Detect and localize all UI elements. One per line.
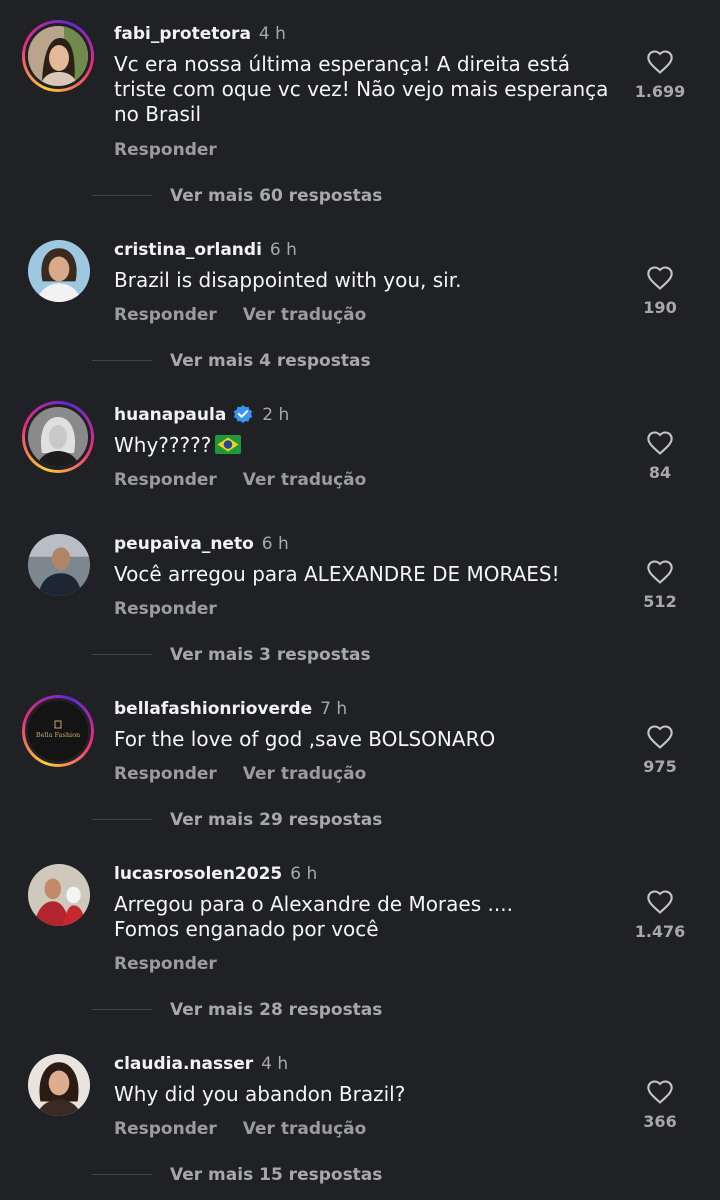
replies-divider — [92, 819, 152, 820]
view-more-replies[interactable]: Ver mais 3 respostas — [92, 645, 371, 665]
reply-button[interactable]: Responder — [114, 305, 217, 325]
avatar[interactable] — [28, 534, 90, 596]
man-photo-icon — [28, 534, 90, 596]
man-photo-icon — [28, 864, 90, 926]
translate-button[interactable]: Ver tradução — [243, 1119, 367, 1139]
view-more-replies[interactable]: Ver mais 15 respostas — [92, 1165, 382, 1185]
replies-divider — [92, 1009, 152, 1010]
comment-text: Brazil is disappointed with you, sir. — [114, 268, 462, 292]
avatar[interactable]: Bella Fashion — [22, 695, 94, 767]
username[interactable]: bellafashionrioverde — [114, 699, 312, 719]
timestamp: 4 h — [261, 1054, 289, 1074]
comment-text: Você arregou para ALEXANDRE DE MORAES! — [114, 562, 560, 586]
verified-icon — [234, 405, 253, 424]
translate-button[interactable]: Ver tradução — [243, 764, 367, 784]
reply-button[interactable]: Responder — [114, 140, 217, 160]
heart-icon[interactable] — [645, 1078, 675, 1106]
reply-button[interactable]: Responder — [114, 599, 217, 619]
comment-text: Why????? — [114, 433, 212, 457]
timestamp: 6 h — [269, 240, 297, 260]
username[interactable]: fabi_protetora — [114, 24, 251, 44]
view-more-replies[interactable]: Ver mais 60 respostas — [92, 186, 382, 206]
username[interactable]: cristina_orlandi — [114, 240, 262, 260]
replies-divider — [92, 654, 152, 655]
heart-icon[interactable] — [645, 264, 675, 292]
store-logo-icon: Bella Fashion — [28, 701, 88, 761]
timestamp: 2 h — [262, 405, 290, 425]
reply-button[interactable]: Responder — [114, 954, 217, 974]
like-count: 366 — [643, 1112, 677, 1131]
view-more-replies-label[interactable]: Ver mais 60 respostas — [170, 186, 382, 206]
avatar[interactable] — [28, 240, 90, 302]
woman-photo-icon — [28, 407, 88, 467]
heart-icon[interactable] — [645, 723, 675, 751]
view-more-replies-label[interactable]: Ver mais 28 respostas — [170, 1000, 382, 1020]
translate-button[interactable]: Ver tradução — [243, 305, 367, 325]
replies-divider — [92, 1174, 152, 1175]
woman-photo-icon — [28, 1054, 90, 1116]
view-more-replies[interactable]: Ver mais 28 respostas — [92, 1000, 382, 1020]
timestamp: 6 h — [290, 864, 318, 884]
view-more-replies-label[interactable]: Ver mais 29 respostas — [170, 810, 382, 830]
heart-icon[interactable] — [645, 888, 675, 916]
reply-button[interactable]: Responder — [114, 1119, 217, 1139]
comment-text: For the love of god ,save BOLSONARO — [114, 727, 496, 751]
heart-icon[interactable] — [645, 429, 675, 457]
replies-divider — [92, 195, 152, 196]
comment-text: Why did you abandon Brazil? — [114, 1082, 406, 1106]
like-count: 84 — [648, 463, 672, 482]
like-count: 1.476 — [634, 922, 686, 941]
translate-button[interactable]: Ver tradução — [243, 470, 367, 490]
username[interactable]: peupaiva_neto — [114, 534, 254, 554]
svg-text:Bella Fashion: Bella Fashion — [36, 731, 80, 739]
view-more-replies-label[interactable]: Ver mais 3 respostas — [170, 645, 371, 665]
avatar[interactable] — [28, 864, 90, 926]
avatar[interactable] — [28, 1054, 90, 1116]
heart-icon[interactable] — [645, 558, 675, 586]
woman-photo-icon — [28, 26, 88, 86]
timestamp: 7 h — [320, 699, 348, 719]
avatar[interactable] — [22, 20, 94, 92]
comment-text-row: Why????? — [114, 433, 614, 458]
heart-icon[interactable] — [645, 48, 675, 76]
like-count: 190 — [643, 298, 677, 317]
username[interactable]: claudia.nasser — [114, 1054, 253, 1074]
comment-text: Vc era nossa última esperança! A direita… — [114, 52, 609, 126]
avatar[interactable] — [22, 401, 94, 473]
comment-text: Arregou para o Alexandre de Moraes .... … — [114, 892, 513, 941]
view-more-replies[interactable]: Ver mais 29 respostas — [92, 810, 382, 830]
like-count: 975 — [643, 757, 677, 776]
username[interactable]: huanapaula — [114, 405, 226, 425]
woman-photo-icon — [28, 240, 90, 302]
view-more-replies-label[interactable]: Ver mais 15 respostas — [170, 1165, 382, 1185]
reply-button[interactable]: Responder — [114, 470, 217, 490]
like-count: 1.699 — [634, 82, 686, 101]
like-count: 512 — [643, 592, 677, 611]
timestamp: 6 h — [261, 534, 289, 554]
timestamp: 4 h — [258, 24, 286, 44]
brazil-flag-icon — [215, 435, 242, 454]
replies-divider — [92, 360, 152, 361]
reply-button[interactable]: Responder — [114, 764, 217, 784]
username[interactable]: lucasrosolen2025 — [114, 864, 282, 884]
view-more-replies[interactable]: Ver mais 4 respostas — [92, 351, 371, 371]
view-more-replies-label[interactable]: Ver mais 4 respostas — [170, 351, 371, 371]
